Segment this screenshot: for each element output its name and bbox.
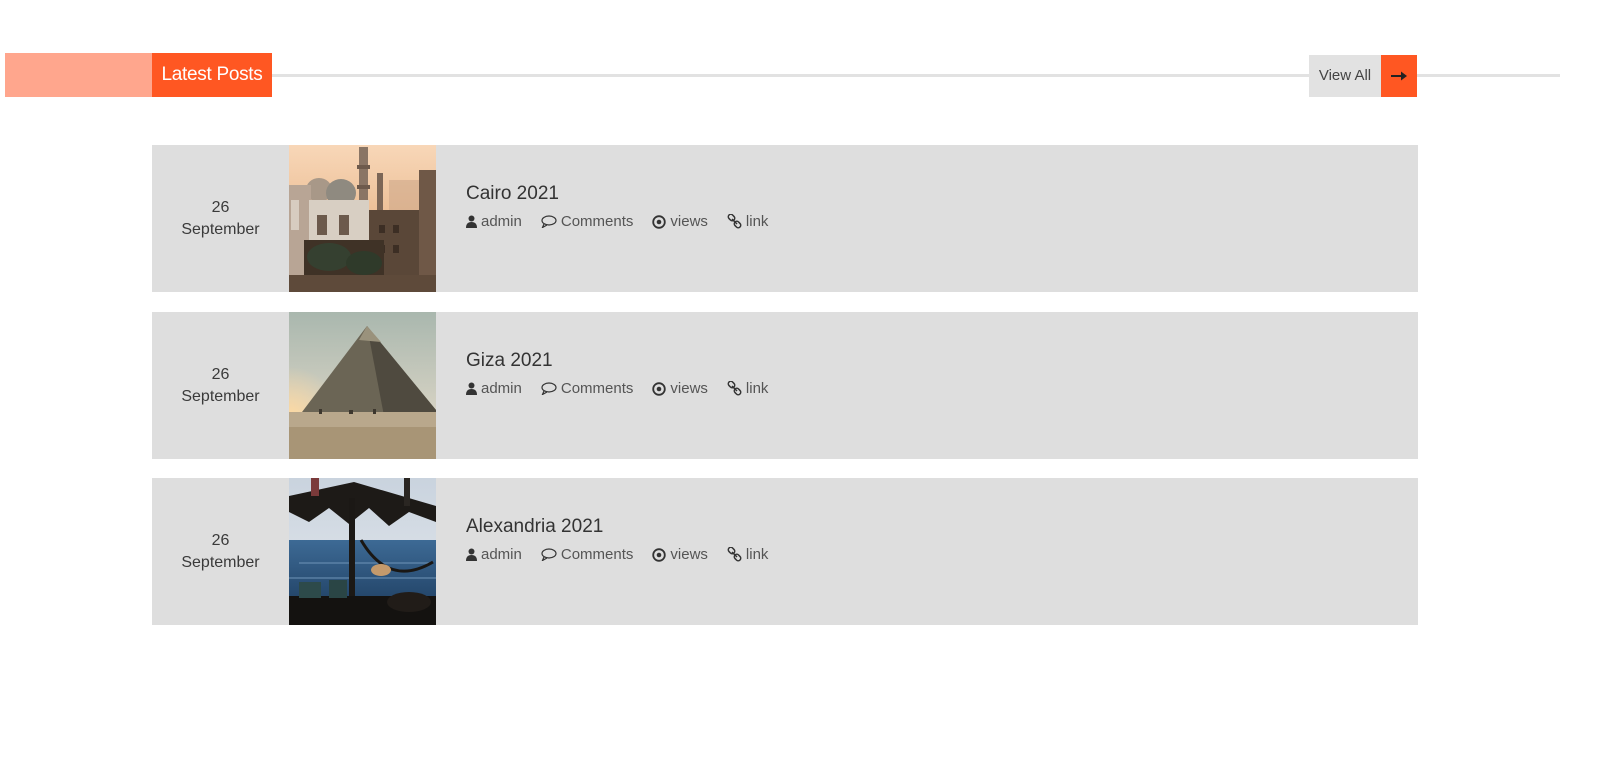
meta-views-label: views [670, 546, 708, 563]
comment-bubble-icon [541, 548, 557, 561]
meta-views-label: views [670, 213, 708, 230]
eye-dot-icon [652, 214, 667, 229]
meta-views[interactable]: views [652, 380, 708, 397]
link-chain-icon [727, 547, 742, 562]
meta-link[interactable]: link [727, 380, 769, 397]
post-day: 26 [211, 198, 230, 216]
meta-author[interactable]: admin [466, 213, 522, 230]
post-body: Giza 2021 admin Comments views link [466, 348, 787, 397]
meta-views[interactable]: views [652, 213, 708, 230]
meta-link-label: link [745, 546, 769, 563]
eye-dot-icon [652, 547, 667, 562]
post-thumbnail[interactable] [289, 312, 436, 459]
meta-author-label: admin [481, 213, 522, 230]
post-meta: admin Comments views link [466, 213, 787, 230]
user-icon [466, 548, 477, 561]
latest-posts-page: Latest Posts View All 26 September Cairo… [0, 0, 1600, 757]
post-title[interactable]: Giza 2021 [466, 348, 787, 374]
post-day: 26 [211, 365, 230, 383]
post-date: 26 September [152, 145, 289, 292]
comment-bubble-icon [541, 215, 557, 228]
section-title: Latest Posts [152, 53, 272, 97]
view-all-label: View All [1309, 55, 1381, 97]
post-card[interactable]: 26 September [152, 478, 1418, 625]
comment-bubble-icon [541, 382, 557, 395]
post-thumbnail[interactable] [289, 145, 436, 292]
post-body: Alexandria 2021 admin Comments views lin… [466, 514, 787, 563]
meta-author[interactable]: admin [466, 380, 522, 397]
meta-comments[interactable]: Comments [541, 213, 634, 230]
cairo-mosque-photo [289, 145, 436, 292]
post-date: 26 September [152, 478, 289, 625]
view-all-button[interactable]: View All [1309, 55, 1417, 97]
arrow-right-icon [1381, 55, 1417, 97]
post-meta: admin Comments views link [466, 546, 787, 563]
post-meta: admin Comments views link [466, 380, 787, 397]
meta-comments-label: Comments [560, 546, 634, 563]
meta-author[interactable]: admin [466, 546, 522, 563]
post-card[interactable]: 26 September [152, 145, 1418, 292]
user-icon [466, 382, 477, 395]
post-card[interactable]: 26 September [152, 312, 1418, 459]
alexandria-beach-photo [289, 478, 436, 625]
meta-views[interactable]: views [652, 546, 708, 563]
meta-comments-label: Comments [560, 213, 634, 230]
link-chain-icon [727, 381, 742, 396]
post-title[interactable]: Alexandria 2021 [466, 514, 787, 540]
header-accent-block [5, 53, 152, 97]
post-title[interactable]: Cairo 2021 [466, 181, 787, 207]
meta-author-label: admin [481, 546, 522, 563]
meta-comments[interactable]: Comments [541, 380, 634, 397]
meta-link[interactable]: link [727, 546, 769, 563]
post-month: September [181, 387, 260, 405]
post-body: Cairo 2021 admin Comments views link [466, 181, 787, 230]
meta-link[interactable]: link [727, 213, 769, 230]
meta-author-label: admin [481, 380, 522, 397]
meta-comments-label: Comments [560, 380, 634, 397]
giza-pyramid-photo [289, 312, 436, 459]
post-date: 26 September [152, 312, 289, 459]
meta-link-label: link [745, 213, 769, 230]
post-day: 26 [211, 531, 230, 549]
meta-comments[interactable]: Comments [541, 546, 634, 563]
link-chain-icon [727, 214, 742, 229]
meta-link-label: link [745, 380, 769, 397]
meta-views-label: views [670, 380, 708, 397]
post-month: September [181, 220, 260, 238]
user-icon [466, 215, 477, 228]
eye-dot-icon [652, 381, 667, 396]
post-thumbnail[interactable] [289, 478, 436, 625]
post-month: September [181, 553, 260, 571]
